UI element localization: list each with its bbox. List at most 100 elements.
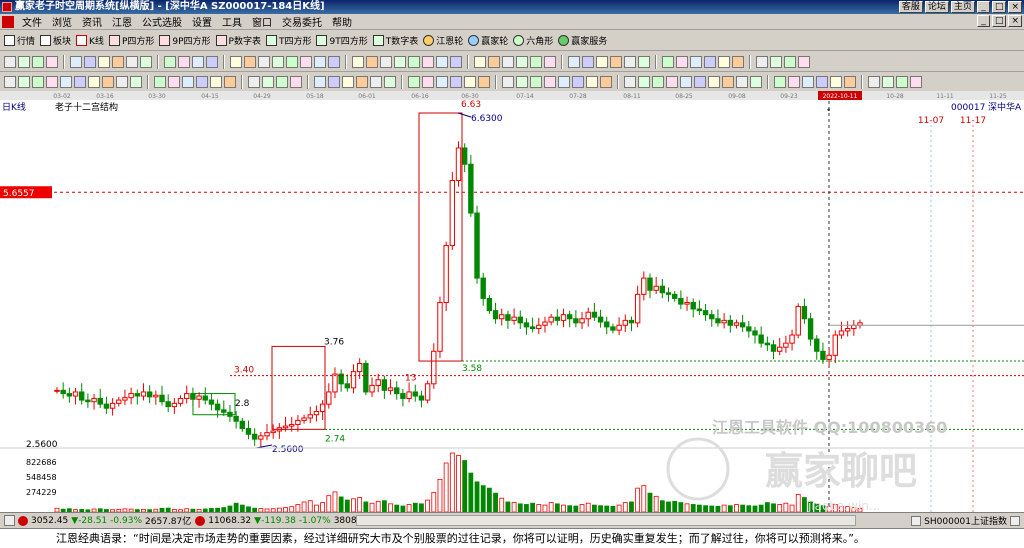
- drawing-tool-icon[interactable]: [98, 55, 110, 68]
- drawing-tool-icon[interactable]: [798, 55, 810, 68]
- analysis-tool-icon[interactable]: [868, 75, 880, 88]
- drawing-tool-icon[interactable]: [582, 55, 594, 68]
- analysis-tool-icon[interactable]: [666, 75, 678, 88]
- analysis-tool-icon[interactable]: [262, 75, 274, 88]
- t-table-button[interactable]: T数字表: [372, 34, 418, 47]
- analysis-tool-icon[interactable]: [384, 75, 396, 88]
- analysis-tool-icon[interactable]: [882, 75, 894, 88]
- analysis-tool-icon[interactable]: [154, 75, 166, 88]
- chart-svg[interactable]: 03-02 03-16 03-30 04-15 04-29 05-18 06-01 06-16…: [0, 91, 1024, 512]
- prev-icon[interactable]: [911, 515, 922, 526]
- analysis-tool-icon[interactable]: [478, 75, 490, 88]
- drawing-tool-icon[interactable]: [704, 55, 716, 68]
- drawing-tool-icon[interactable]: [568, 55, 580, 68]
- analysis-tool-icon[interactable]: [816, 75, 828, 88]
- drawing-tool-icon[interactable]: [474, 55, 486, 68]
- analysis-tool-icon[interactable]: [224, 75, 236, 88]
- drawing-tool-icon[interactable]: [436, 55, 448, 68]
- index-selector[interactable]: SH000001上证指数: [911, 514, 1020, 527]
- menu-file[interactable]: 文件: [17, 14, 47, 29]
- drawing-tool-icon[interactable]: [46, 55, 58, 68]
- drawing-tool-icon[interactable]: [112, 55, 124, 68]
- quote-button[interactable]: 行情: [4, 34, 35, 47]
- analysis-tool-icon[interactable]: [74, 75, 86, 88]
- analysis-tool-icon[interactable]: [102, 75, 114, 88]
- menu-trade[interactable]: 交易委托: [277, 14, 327, 29]
- drawing-tool-icon[interactable]: [530, 55, 542, 68]
- analysis-tool-icon[interactable]: [638, 75, 650, 88]
- analysis-tool-icon[interactable]: [116, 75, 128, 88]
- drawing-tool-icon[interactable]: [18, 55, 30, 68]
- analysis-tool-icon[interactable]: [788, 75, 800, 88]
- analysis-tool-icon[interactable]: [680, 75, 692, 88]
- analysis-tool-icon[interactable]: [182, 75, 194, 88]
- drawing-tool-icon[interactable]: [662, 55, 674, 68]
- status-scrollbar[interactable]: [356, 515, 856, 526]
- drawing-tool-icon[interactable]: [638, 55, 650, 68]
- 9p-square-button[interactable]: 9P四方形: [159, 34, 211, 47]
- menu-help[interactable]: 帮助: [327, 14, 357, 29]
- analysis-tool-icon[interactable]: [586, 75, 598, 88]
- drawing-tool-icon[interactable]: [450, 55, 462, 68]
- analysis-tool-icon[interactable]: [844, 75, 856, 88]
- drawing-tool-icon[interactable]: [732, 55, 744, 68]
- drawing-tool-icon[interactable]: [272, 55, 284, 68]
- analysis-tool-icon[interactable]: [60, 75, 72, 88]
- kline-chart[interactable]: 03-02 03-16 03-30 04-15 04-29 05-18 06-01 06-16…: [0, 91, 1024, 512]
- menu-settings[interactable]: 设置: [187, 14, 217, 29]
- analysis-tool-icon[interactable]: [314, 75, 326, 88]
- winner-service-button[interactable]: 赢家服务: [558, 34, 607, 47]
- drawing-tool-icon[interactable]: [544, 55, 556, 68]
- sector-button[interactable]: 板块: [40, 34, 71, 47]
- analysis-tool-icon[interactable]: [450, 75, 462, 88]
- analysis-tool-icon[interactable]: [196, 75, 208, 88]
- menu-gann[interactable]: 江恩: [107, 14, 137, 29]
- analysis-tool-icon[interactable]: [600, 75, 612, 88]
- drawing-tool-icon[interactable]: [610, 55, 622, 68]
- analysis-tool-icon[interactable]: [370, 75, 382, 88]
- analysis-tool-icon[interactable]: [168, 75, 180, 88]
- drawing-tool-icon[interactable]: [394, 55, 406, 68]
- analysis-tool-icon[interactable]: [356, 75, 368, 88]
- child-minimize-icon[interactable]: _: [976, 15, 990, 27]
- analysis-tool-icon[interactable]: [88, 75, 100, 88]
- drawing-tool-icon[interactable]: [516, 55, 528, 68]
- analysis-tool-icon[interactable]: [896, 75, 908, 88]
- drawing-tool-icon[interactable]: [380, 55, 392, 68]
- drawing-tool-icon[interactable]: [488, 55, 500, 68]
- analysis-tool-icon[interactable]: [422, 75, 434, 88]
- analysis-tool-icon[interactable]: [408, 75, 420, 88]
- kline-button[interactable]: K线: [76, 34, 104, 47]
- forum-button[interactable]: 论坛: [924, 1, 949, 13]
- analysis-tool-icon[interactable]: [572, 75, 584, 88]
- t-square-button[interactable]: T四方形: [265, 34, 311, 47]
- gann-wheel-button[interactable]: 江恩轮: [423, 34, 463, 47]
- analysis-tool-icon[interactable]: [910, 75, 922, 88]
- analysis-tool-icon[interactable]: [802, 75, 814, 88]
- drawing-tool-icon[interactable]: [690, 55, 702, 68]
- analysis-tool-icon[interactable]: [328, 75, 340, 88]
- child-close-icon[interactable]: ×: [1008, 15, 1022, 27]
- drawing-tool-icon[interactable]: [206, 55, 218, 68]
- maximize-icon[interactable]: □: [991, 1, 1007, 13]
- drawing-tool-icon[interactable]: [422, 55, 434, 68]
- analysis-tool-icon[interactable]: [464, 75, 476, 88]
- drawing-tool-icon[interactable]: [502, 55, 514, 68]
- analysis-tool-icon[interactable]: [248, 75, 260, 88]
- analysis-tool-icon[interactable]: [708, 75, 720, 88]
- analysis-tool-icon[interactable]: [46, 75, 58, 88]
- drawing-tool-icon[interactable]: [366, 55, 378, 68]
- drawing-tool-icon[interactable]: [300, 55, 312, 68]
- analysis-tool-icon[interactable]: [750, 75, 762, 88]
- drawing-tool-icon[interactable]: [718, 55, 730, 68]
- analysis-tool-icon[interactable]: [830, 75, 842, 88]
- analysis-tool-icon[interactable]: [502, 75, 514, 88]
- child-restore-icon[interactable]: □: [991, 15, 1007, 27]
- p-square-button[interactable]: P四方形: [108, 34, 154, 47]
- drawing-tool-icon[interactable]: [596, 55, 608, 68]
- drawing-tool-icon[interactable]: [352, 55, 364, 68]
- analysis-tool-icon[interactable]: [774, 75, 786, 88]
- drawing-tool-icon[interactable]: [770, 55, 782, 68]
- menu-formula[interactable]: 公式选股: [137, 14, 187, 29]
- drawing-tool-icon[interactable]: [164, 55, 176, 68]
